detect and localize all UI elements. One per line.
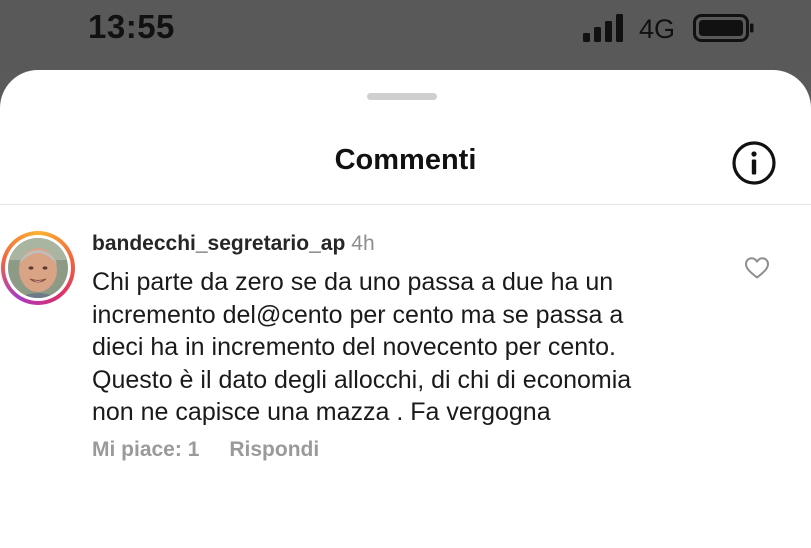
battery-icon <box>693 14 754 42</box>
comment-body: Chi parte da zero se da uno passa a due … <box>92 266 712 429</box>
comment-username[interactable]: bandecchi_segretario_ap <box>92 232 345 255</box>
reply-button[interactable]: Rispondi <box>229 438 319 462</box>
signal-bars-icon <box>583 14 623 42</box>
status-bar: 13:55 4G <box>0 0 811 70</box>
comment-timestamp: 4h <box>351 232 375 255</box>
comments-sheet: Commenti bandecchi_segretario_ap 4h Chi p… <box>0 70 811 548</box>
network-type: 4G <box>639 14 676 44</box>
status-time: 13:55 <box>88 8 175 45</box>
sheet-drag-handle[interactable] <box>367 93 437 100</box>
comment-line: Chi parte da zero se da uno passa a due … <box>92 268 614 296</box>
info-icon[interactable] <box>731 140 777 186</box>
comment-line: dieci ha in incremento del novecento per… <box>92 333 616 361</box>
heart-outline-icon[interactable] <box>744 256 770 280</box>
avatar[interactable] <box>1 231 75 305</box>
sheet-title: Commenti <box>334 144 477 176</box>
header-divider <box>0 204 811 205</box>
likes-count[interactable]: Mi piace: 1 <box>92 438 199 462</box>
comment-actions: Mi piace: 1 Rispondi <box>92 438 319 462</box>
comment-line: Questo è il dato degli allocchi, di chi … <box>92 365 632 394</box>
user-avatar-photo <box>8 238 68 298</box>
comment-line: non ne capisce una mazza . Fa vergogna <box>92 398 551 426</box>
comment-line: incremento del@cento per cento ma se pas… <box>92 300 624 329</box>
comment-header: bandecchi_segretario_ap 4h <box>92 232 375 256</box>
